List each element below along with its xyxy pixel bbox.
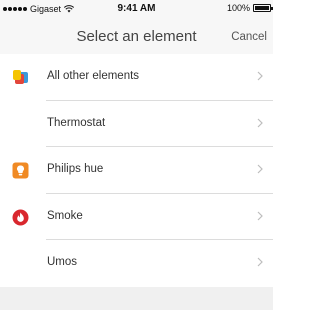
list-item-philips-hue[interactable]: Philips hue <box>0 147 273 194</box>
list-item-label: All other elements <box>47 70 140 82</box>
battery-icon <box>253 4 273 12</box>
chevron-right-icon <box>257 71 263 81</box>
list-footer-area <box>0 287 273 310</box>
smoke-icon <box>12 209 29 225</box>
list-item-thermostat[interactable]: Thermostat <box>0 101 273 147</box>
navigation-bar: Select an element Cancel <box>0 20 273 54</box>
list-item-label: Philips hue <box>47 163 104 175</box>
chevron-right-icon <box>257 164 263 174</box>
screen: Gigaset 9:41 AM 100% Select an element C… <box>0 0 273 310</box>
chevron-right-icon <box>257 211 263 220</box>
status-right: 100% <box>226 3 273 13</box>
element-list: All other elements Thermostat Philips hu… <box>0 54 273 287</box>
list-item-label: Smoke <box>47 209 83 222</box>
status-bar: Gigaset 9:41 AM 100% <box>0 0 273 20</box>
list-item-smoke[interactable]: Smoke <box>0 194 273 240</box>
chevron-right-icon <box>257 118 263 127</box>
list-item-label: Thermostat <box>47 116 106 129</box>
philips-hue-icon <box>12 162 29 179</box>
list-item-all-other-elements[interactable]: All other elements <box>0 54 273 101</box>
list-item-umos[interactable]: Umos <box>0 240 273 287</box>
chevron-right-icon <box>257 257 263 267</box>
cancel-button[interactable]: Cancel <box>231 31 267 43</box>
all-elements-icon <box>13 70 28 84</box>
battery-percent: 100% <box>226 3 250 13</box>
list-item-label: Umos <box>47 256 78 268</box>
